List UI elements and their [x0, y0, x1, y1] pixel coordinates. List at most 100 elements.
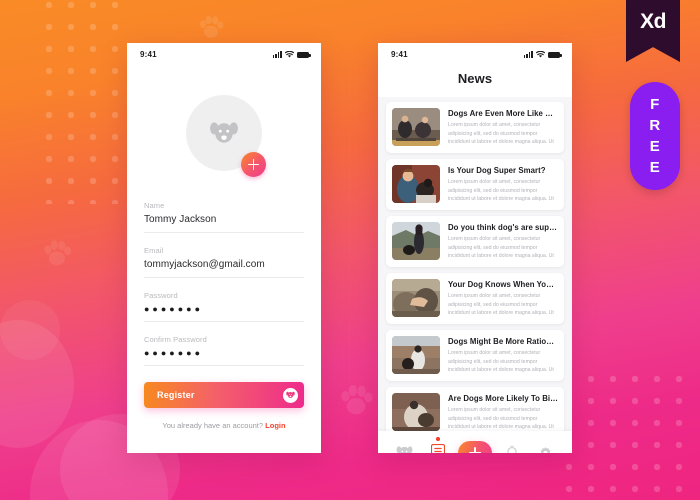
article-text: Is Your Dog Super Smart? Lorem ipsum dol… [448, 165, 558, 204]
article-text: Do you think dog's are super... Lorem ip… [448, 222, 558, 261]
photo-man-canyon [392, 336, 440, 374]
news-screen: 9:41 News Dogs Are Even More Like Us... … [378, 43, 572, 453]
tab-add-button[interactable] [457, 440, 492, 453]
free-letter: E [649, 159, 661, 176]
statusbar: 9:41 [127, 43, 321, 65]
add-photo-button[interactable] [241, 152, 266, 177]
article-excerpt: Lorem ipsum dolor sit amet, consectetur … [448, 122, 554, 146]
list-item[interactable]: Your Dog Knows When You're... Lorem ipsu… [386, 273, 564, 324]
photo-friends-bench [392, 108, 440, 146]
status-time: 9:41 [140, 49, 157, 59]
email-label: Email [144, 246, 164, 255]
login-prompt-text: You already have an account? [162, 421, 264, 430]
list-item[interactable]: Is Your Dog Super Smart? Lorem ipsum dol… [386, 159, 564, 210]
confirm-password-label: Confirm Password [144, 335, 207, 344]
article-thumbnail [392, 222, 440, 260]
register-button[interactable]: Register [144, 382, 304, 408]
dog-face-icon [396, 446, 413, 453]
article-title: Dogs Might Be More Rational... [448, 337, 558, 346]
list-item[interactable]: Dogs Might Be More Rational... Lorem ips… [386, 330, 564, 381]
battery-icon [297, 51, 311, 58]
background-dot-grid-top-left [38, 0, 130, 204]
status-icons [523, 50, 562, 58]
name-input[interactable]: Tommy Jackson [144, 214, 304, 233]
tab-notifications[interactable] [499, 440, 525, 453]
email-field[interactable]: Email tommyjackson@gmail.com [144, 246, 304, 278]
list-item[interactable]: Dogs Are Even More Like Us... Lorem ipsu… [386, 102, 564, 153]
article-text: Dogs Might Be More Rational... Lorem ips… [448, 336, 558, 375]
article-thumbnail [392, 108, 440, 146]
wifi-icon [285, 50, 294, 57]
article-text: Your Dog Knows When You're... Lorem ipsu… [448, 279, 558, 318]
login-link[interactable]: Login [265, 421, 285, 430]
article-title: Your Dog Knows When You're... [448, 280, 558, 289]
name-field[interactable]: Name Tommy Jackson [144, 201, 304, 233]
email-input[interactable]: tommyjackson@gmail.com [144, 259, 304, 278]
article-thumbnail [392, 336, 440, 374]
free-letter: R [649, 117, 661, 134]
article-title: Is Your Dog Super Smart? [448, 166, 546, 175]
free-letter: F [650, 96, 660, 113]
article-excerpt: Lorem ipsum dolor sit amet, consectetur … [448, 179, 554, 203]
xd-ribbon-badge: Xd [626, 0, 680, 62]
article-thumbnail [392, 165, 440, 203]
article-excerpt: Lorem ipsum dolor sit amet, consectetur … [448, 293, 554, 317]
password-label: Password [144, 291, 178, 300]
article-excerpt: Lorem ipsum dolor sit amet, consectetur … [448, 236, 554, 260]
paw-print-icon [199, 15, 224, 38]
register-button-badge [283, 387, 298, 403]
signal-icon [272, 50, 282, 58]
article-thumbnail [392, 279, 440, 317]
xd-label: Xd [640, 10, 666, 33]
avatar[interactable] [186, 95, 266, 177]
free-letter: E [649, 138, 661, 155]
article-title: Do you think dog's are super... [448, 223, 558, 232]
background-dot-grid-bottom-right [558, 368, 698, 500]
password-field[interactable]: Password ●●●●●●● [144, 291, 304, 322]
background-blob [0, 300, 60, 360]
register-screen: 9:41 Name Tommy Jackson Email tommyjacks… [127, 43, 321, 453]
news-header: News [378, 65, 572, 97]
photo-hands-dog [392, 279, 440, 317]
tab-settings[interactable] [532, 440, 558, 453]
name-label: Name [144, 201, 165, 210]
list-item[interactable]: Do you think dog's are super... Lorem ip… [386, 216, 564, 267]
login-prompt: You already have an account? Login [127, 421, 321, 430]
status-time: 9:41 [391, 49, 408, 59]
password-input[interactable]: ●●●●●●● [144, 304, 304, 322]
wifi-icon [536, 50, 545, 57]
news-list[interactable]: Dogs Are Even More Like Us... Lorem ipsu… [378, 97, 572, 431]
bottom-tab-bar [378, 431, 572, 453]
article-text: Are Dogs More Likely To Bite... Lorem ip… [448, 393, 558, 431]
background-blob [0, 320, 74, 448]
notification-badge [435, 436, 440, 441]
page-title: News [457, 71, 493, 86]
article-title: Are Dogs More Likely To Bite... [448, 394, 558, 403]
tab-profile[interactable] [392, 440, 418, 453]
list-item[interactable]: Are Dogs More Likely To Bite... Lorem ip… [386, 387, 564, 431]
photo-person-dog [392, 393, 440, 431]
battery-icon [548, 51, 562, 58]
article-text: Dogs Are Even More Like Us... Lorem ipsu… [448, 108, 558, 147]
confirm-password-field[interactable]: Confirm Password ●●●●●●● [144, 335, 304, 366]
photo-woman-cliff [392, 222, 440, 260]
confirm-password-input[interactable]: ●●●●●●● [144, 348, 304, 366]
status-icons [272, 50, 311, 58]
dog-face-icon [286, 391, 295, 398]
paw-print-icon [341, 385, 373, 415]
news-list-icon [430, 444, 445, 453]
registration-form: Name Tommy Jackson Email tommyjackson@gm… [127, 171, 321, 366]
article-title: Dogs Are Even More Like Us... [448, 109, 558, 118]
gear-icon [540, 447, 551, 453]
paw-print-icon [44, 240, 72, 266]
statusbar: 9:41 [378, 43, 572, 65]
article-thumbnail [392, 393, 440, 431]
poster-canvas: Xd F R E E 9:41 Name Tommy Jackson Email… [0, 0, 700, 500]
free-badge: F R E E [630, 82, 680, 190]
signal-icon [523, 50, 533, 58]
dog-face-icon [210, 122, 238, 143]
register-button-label: Register [157, 390, 195, 400]
bell-icon [507, 445, 517, 453]
article-excerpt: Lorem ipsum dolor sit amet, consectetur … [448, 350, 554, 374]
tab-news[interactable] [425, 436, 451, 453]
